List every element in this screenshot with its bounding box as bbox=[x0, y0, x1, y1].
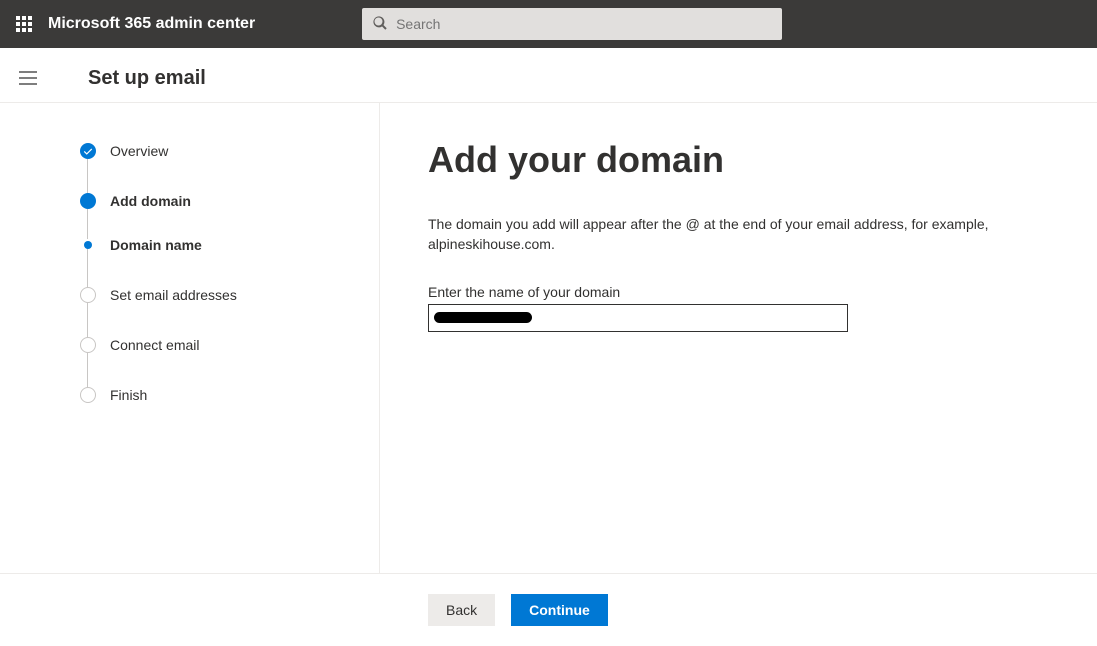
step-connector bbox=[87, 209, 88, 239]
search-input[interactable] bbox=[396, 16, 772, 32]
step-label: Finish bbox=[110, 387, 147, 403]
wizard-steps: Overview Add domain Domain name Set emai… bbox=[80, 143, 355, 403]
app-title: Microsoft 365 admin center bbox=[48, 15, 255, 33]
content-pane: Add your domain The domain you add will … bbox=[380, 103, 1097, 573]
step-connect-email[interactable]: Connect email bbox=[80, 337, 355, 387]
back-button[interactable]: Back bbox=[428, 594, 495, 626]
step-connector bbox=[87, 303, 88, 339]
step-connector bbox=[87, 159, 88, 195]
domain-field-label: Enter the name of your domain bbox=[428, 284, 1049, 300]
content-description: The domain you add will appear after the… bbox=[428, 215, 1049, 254]
substep-label: Domain name bbox=[110, 237, 202, 253]
step-label: Set email addresses bbox=[110, 287, 237, 303]
current-step-icon bbox=[80, 193, 96, 209]
substep-dot-icon bbox=[84, 241, 92, 249]
step-connector bbox=[87, 353, 88, 389]
subheader: Set up email bbox=[0, 48, 1097, 103]
step-label: Add domain bbox=[110, 193, 191, 209]
search-box[interactable] bbox=[362, 8, 782, 40]
pending-step-icon bbox=[80, 387, 96, 403]
step-overview[interactable]: Overview bbox=[80, 143, 355, 193]
step-add-domain[interactable]: Add domain bbox=[80, 193, 355, 237]
main-layout: Overview Add domain Domain name Set emai… bbox=[0, 103, 1097, 573]
step-label: Connect email bbox=[110, 337, 200, 353]
search-icon bbox=[372, 15, 388, 34]
menu-icon[interactable] bbox=[16, 66, 40, 90]
content-heading: Add your domain bbox=[428, 139, 1049, 181]
search-container bbox=[362, 8, 782, 40]
step-set-email-addresses[interactable]: Set email addresses bbox=[80, 287, 355, 337]
wizard-sidebar: Overview Add domain Domain name Set emai… bbox=[0, 103, 380, 573]
page-title: Set up email bbox=[88, 67, 206, 90]
continue-button[interactable]: Continue bbox=[511, 594, 608, 626]
step-label: Overview bbox=[110, 143, 168, 159]
top-bar: Microsoft 365 admin center bbox=[0, 0, 1097, 48]
app-launcher-icon[interactable] bbox=[8, 8, 40, 40]
wizard-footer: Back Continue bbox=[0, 573, 1097, 646]
substep-domain-name[interactable]: Domain name bbox=[84, 237, 355, 287]
checkmark-icon bbox=[80, 143, 96, 159]
domain-input-wrapper bbox=[428, 304, 848, 332]
redacted-overlay bbox=[434, 312, 532, 323]
pending-step-icon bbox=[80, 337, 96, 353]
step-connector bbox=[87, 247, 88, 289]
pending-step-icon bbox=[80, 287, 96, 303]
step-finish[interactable]: Finish bbox=[80, 387, 355, 403]
